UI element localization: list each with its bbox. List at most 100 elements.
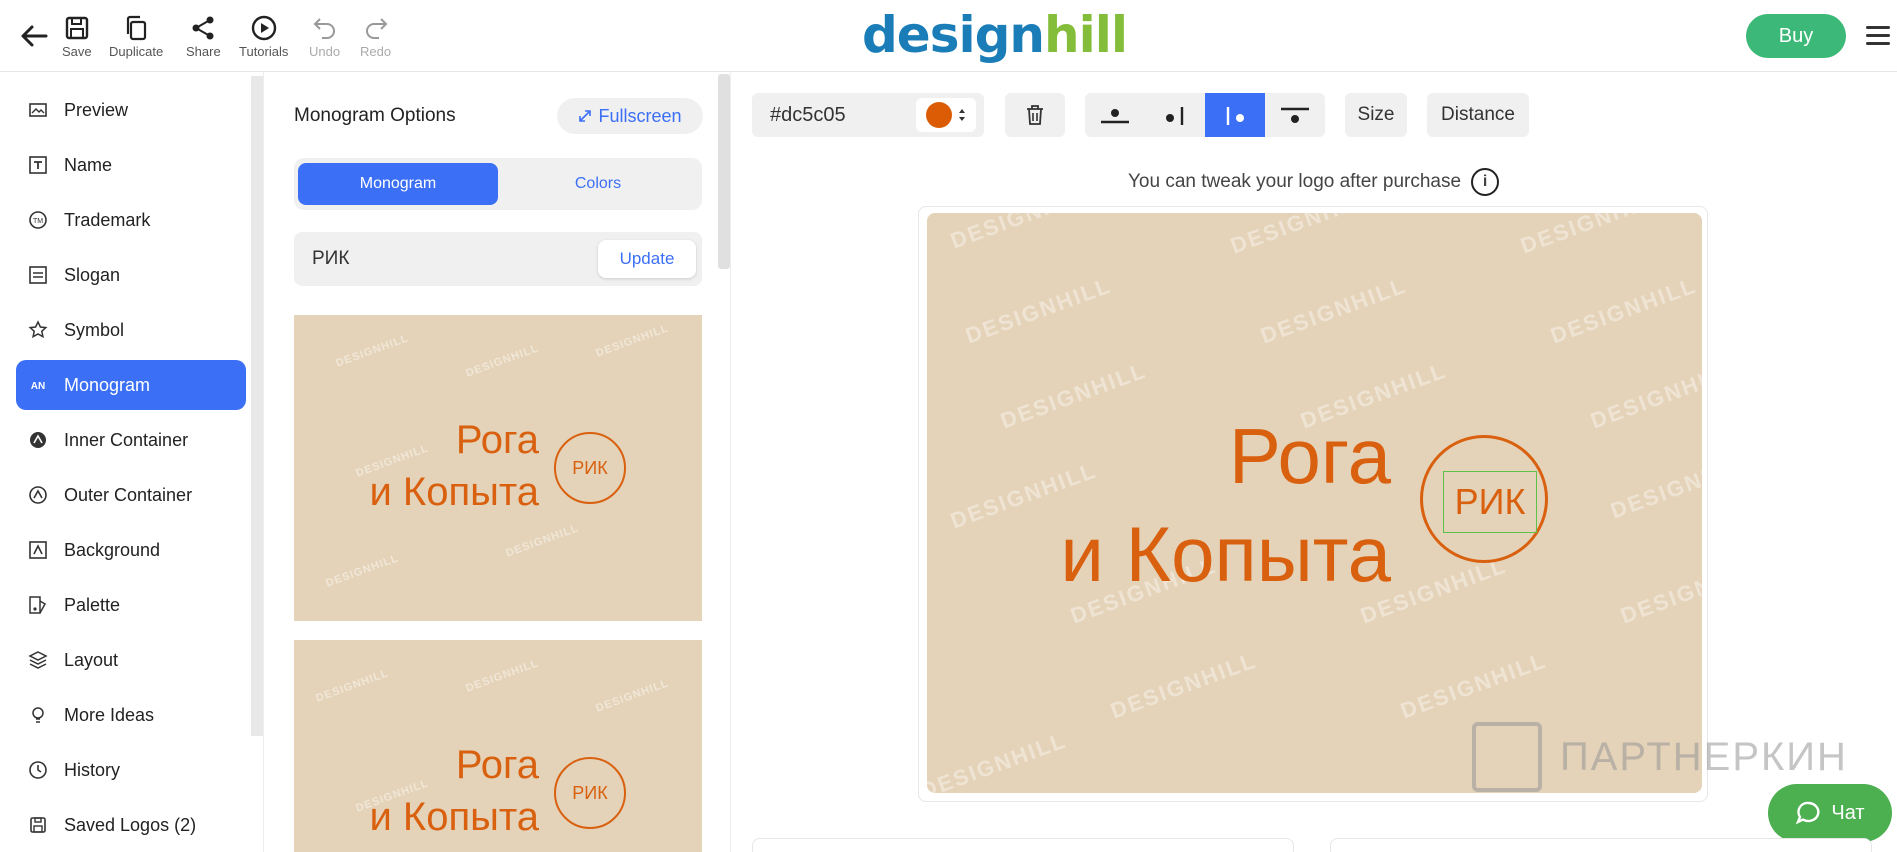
panel-scrollbar[interactable] [718,74,730,269]
purchase-hint-text: You can tweak your logo after purchase [1128,171,1462,192]
monogram-colors-toggle: Monogram Colors [294,158,702,210]
chat-label: Чат [1831,801,1865,824]
top-bar: Save Duplicate Share Tutorials Undo Redo… [0,0,1897,72]
trademark-icon: TM [28,210,48,230]
hamburger-menu-icon[interactable] [1866,26,1890,48]
sidebar-item-label: Saved Logos (2) [64,814,197,835]
save-button[interactable]: Save [62,14,92,64]
history-icon [28,760,48,780]
monogram-icon: AN [28,375,48,395]
position-right-button[interactable] [1205,93,1265,137]
designhill-logo[interactable]: designhill [862,6,1128,64]
sidebar-item-label: History [64,759,121,780]
watermark: DESIGNHILL [504,522,581,560]
sidebar-item-label: Inner Container [64,429,189,450]
save-icon [28,815,48,835]
buy-button[interactable]: Buy [1746,14,1846,58]
text-icon [28,155,48,175]
trash-icon [1027,105,1043,125]
save-icon [65,16,89,40]
sidebar-item-palette[interactable]: Palette [16,580,246,630]
expand-icon [579,110,592,122]
thumb-name-line1: Рога [455,418,539,462]
sidebar-item-saved-logos[interactable]: Saved Logos (2) [16,800,246,850]
duplicate-icon [126,15,147,41]
sidebar-item-more-ideas[interactable]: More Ideas [16,690,246,740]
sidebar-item-label: More Ideas [64,704,155,725]
svg-text:TM: TM [33,218,43,225]
color-swatch-picker[interactable] [916,98,976,132]
sidebar-item-history[interactable]: History [16,745,246,795]
play-icon [251,15,276,41]
position-left-button[interactable] [1145,93,1205,137]
tab-monogram[interactable]: Monogram [298,163,498,205]
redo-button[interactable]: Redo [360,14,391,64]
position-top-button[interactable] [1085,93,1145,137]
thumb-name-line2: и Копыта [369,470,539,514]
undo-button[interactable]: Undo [309,14,340,64]
watermark: DESIGNHILL [1227,213,1380,259]
watermark: DESIGNHILL [324,552,401,590]
sidebar-scrollbar[interactable] [251,76,263,736]
logo-thumbnail[interactable]: DESIGNHILL DESIGNHILL DESIGNHILL DESIGNH… [294,640,702,852]
sidebar-item-slogan[interactable]: Slogan [16,250,246,300]
watermark: DESIGNHILL [334,332,411,370]
sidebar-item-background[interactable]: Background [16,525,246,575]
duplicate-label: Duplicate [109,44,164,59]
logo-card[interactable] [1330,838,1872,852]
sidebar-item-monogram[interactable]: AN Monogram [16,360,246,410]
watermark: DESIGNHILL [1257,272,1410,349]
color-hex-field[interactable]: #dc5c05 [752,93,984,137]
sidebar-item-layout[interactable]: Layout [16,635,246,685]
fullscreen-label: Fullscreen [598,105,682,126]
sidebar-item-name[interactable]: Name [16,140,246,190]
size-button[interactable]: Size [1345,93,1407,137]
watermark: DESIGNHILL [947,213,1100,254]
duplicate-button[interactable]: Duplicate [109,14,163,64]
logo-name-line1[interactable]: Рога [1229,411,1391,502]
sidebar-item-inner-container[interactable]: Inner Container [16,415,246,465]
sidebar-item-preview[interactable]: Preview [16,85,246,135]
monogram-options-panel: Monogram Options Fullscreen Monogram Col… [275,72,731,852]
monogram-position-group [1085,93,1325,137]
chat-bubble-icon [1796,801,1820,825]
redo-label: Redo [360,44,392,59]
tutorials-label: Tutorials [239,44,289,59]
back-arrow-icon[interactable] [18,20,50,52]
undo-icon [313,18,335,39]
star-icon [28,320,48,340]
logo-name-line2[interactable]: и Копыта [1060,509,1391,600]
sort-arrows-icon [959,109,965,121]
purchase-hint: You can tweak your logo after purchase i [1128,168,1500,196]
palette-icon [28,595,48,615]
watermark: DESIGNHILL [464,342,541,380]
monogram-input[interactable] [294,232,594,286]
partner-watermark: ПАРТНЕРКИН [1472,722,1848,792]
sidebar-item-symbol[interactable]: Symbol [16,305,246,355]
sidebar-item-label: Monogram [64,374,151,395]
logo-part-design: design [862,6,1045,64]
sidebar-item-outer-container[interactable]: Outer Container [16,470,246,520]
share-button[interactable]: Share [186,14,221,64]
distance-button[interactable]: Distance [1427,93,1529,137]
chat-button[interactable]: Чат [1768,784,1892,842]
logo-canvas[interactable]: DESIGNHILL DESIGNHILL DESIGNHILL DESIGNH… [927,213,1702,793]
watermark: DESIGNHILL [927,727,1070,793]
tutorials-button[interactable]: Tutorials [239,14,288,64]
watermark: DESIGNHILL [1547,272,1700,349]
monogram-selection[interactable]: РИК [1443,471,1537,533]
sidebar-item-trademark[interactable]: TM Trademark [16,195,246,245]
fullscreen-button[interactable]: Fullscreen [557,98,703,134]
sidebar-item-label: Trademark [64,209,151,230]
update-button[interactable]: Update [598,240,696,278]
sidebar-item-label: Slogan [64,264,121,285]
position-bottom-button[interactable] [1265,93,1325,137]
watermark: DESIGNHILL [314,667,391,705]
info-icon[interactable]: i [1471,168,1500,196]
logo-card[interactable] [752,838,1294,852]
delete-button[interactable] [1005,93,1065,137]
watermark: DESIGNHILL [962,272,1115,349]
tab-colors[interactable]: Colors [498,163,698,205]
logo-thumbnail[interactable]: DESIGNHILL DESIGNHILL DESIGNHILL DESIGNH… [294,315,702,621]
watermark: DESIGNHILL [1587,357,1702,434]
